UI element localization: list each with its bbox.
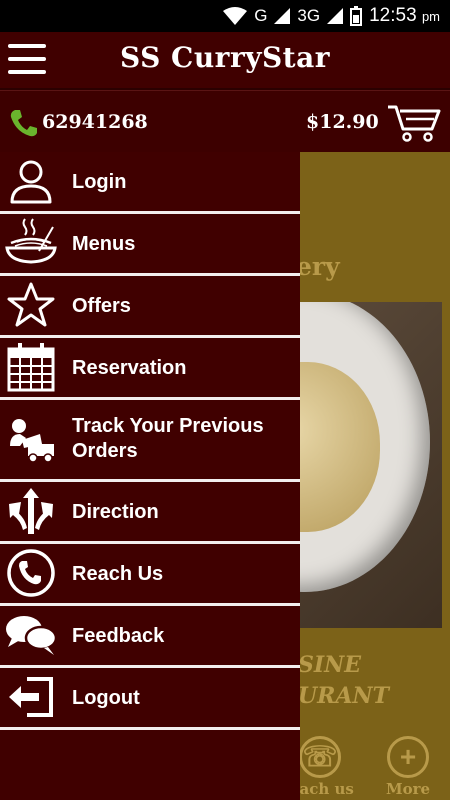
star-icon [6, 280, 56, 330]
status-bar: G 3G 12:53 pm [0, 0, 450, 32]
drawer-item-reach-us[interactable]: Reach Us [0, 544, 300, 606]
app-title: SS CurryStar [119, 41, 331, 74]
clock-suffix: pm [421, 9, 440, 24]
clock-time: 12:53 [369, 5, 417, 26]
drawer-item-logout[interactable]: Logout [0, 668, 300, 730]
drawer-item-label: Login [72, 171, 127, 193]
home-heading: ery [296, 252, 340, 281]
home-tagline-1: SINE [298, 652, 362, 678]
clock: 12:53 pm [369, 5, 440, 27]
logout-icon [6, 672, 56, 722]
battery-icon [350, 6, 363, 26]
drawer-item-label: Menus [72, 233, 136, 255]
chat-bubbles-icon [4, 610, 58, 660]
app-screen: G 3G 12:53 pm SS CurryStar 62941268 $12.… [0, 0, 450, 800]
info-bar: 62941268 $12.90 [0, 90, 450, 152]
drawer-item-label: Reach Us [72, 563, 164, 585]
phone-number[interactable]: 62941268 [42, 111, 148, 133]
signal-icon [274, 8, 291, 24]
calendar-icon [6, 342, 56, 392]
drawer-item-feedback[interactable]: Feedback [0, 606, 300, 668]
home-tagline-2: URANT [298, 683, 390, 709]
user-icon [6, 156, 56, 206]
network-type: 3G [297, 6, 321, 25]
nav-more-label: More [385, 780, 431, 798]
drawer-item-track-orders[interactable]: Track Your Previous Orders [0, 400, 300, 482]
app-bar: SS CurryStar [0, 32, 450, 90]
phone-icon[interactable] [8, 107, 40, 139]
signal-icon-2 [327, 8, 344, 24]
drawer-item-menus[interactable]: Menus [0, 214, 300, 276]
nav-more[interactable]: + More [378, 736, 438, 798]
shopping-cart-icon[interactable] [386, 101, 442, 143]
drawer-item-label: Track Your Previous Orders [72, 415, 264, 462]
phone-circle-icon: ☏ [299, 736, 341, 778]
plus-icon: + [387, 736, 429, 778]
drawer-item-label: Logout [72, 687, 140, 709]
direction-arrows-icon [6, 486, 56, 536]
drawer-item-label: Offers [72, 295, 131, 317]
drawer-item-reservation[interactable]: Reservation [0, 338, 300, 400]
drawer-item-offers[interactable]: Offers [0, 276, 300, 338]
bowl-icon [4, 216, 58, 266]
drawer-item-direction[interactable]: Direction [0, 482, 300, 544]
wifi-icon [223, 7, 248, 25]
cart-total: $12.90 [306, 111, 379, 133]
delivery-truck-icon [6, 414, 56, 464]
drawer-item-label: Direction [72, 501, 159, 523]
navigation-drawer: Login Menus Offers Reservation Track You [0, 152, 300, 800]
network-label: G [254, 6, 268, 25]
drawer-item-label: Feedback [72, 625, 165, 647]
drawer-item-login[interactable]: Login [0, 152, 300, 214]
food-photo [300, 302, 442, 628]
phone-circle-icon [6, 548, 56, 598]
drawer-item-label: Reservation [72, 357, 187, 379]
